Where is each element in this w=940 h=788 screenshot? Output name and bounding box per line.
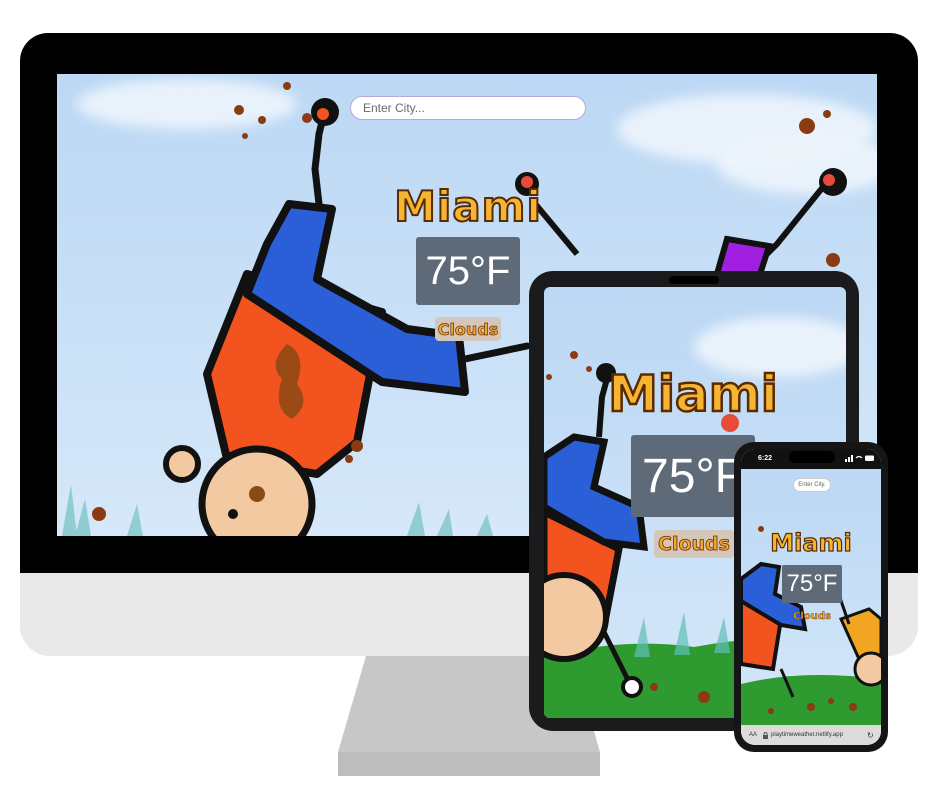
weather-condition: Clouds bbox=[435, 317, 501, 341]
temperature-display: 75°F bbox=[416, 237, 520, 305]
phone-status-bar: 6:22 bbox=[741, 449, 881, 469]
reload-icon[interactable]: ↻ bbox=[867, 731, 874, 740]
signal-icon bbox=[845, 455, 874, 462]
lock-icon bbox=[763, 732, 768, 739]
city-search-input[interactable]: Enter City. bbox=[793, 478, 831, 492]
phone-page: Enter City. Miami 75°F Clouds bbox=[741, 469, 881, 725]
city-name: Miami bbox=[607, 364, 779, 425]
temperature-display: 75°F bbox=[782, 565, 842, 603]
dynamic-island bbox=[789, 451, 835, 463]
browser-address-bar[interactable]: AA playtimeweather.netlify.app ↻ bbox=[741, 725, 881, 745]
phone-screen: 6:22 Enter City. Miami 75°F Clouds AA pl… bbox=[741, 449, 881, 745]
weather-condition: Clouds bbox=[654, 530, 734, 558]
city-name: Miami bbox=[770, 528, 853, 557]
page-url: playtimeweather.netlify.app bbox=[771, 732, 843, 738]
text-size-button[interactable]: AA bbox=[749, 732, 757, 738]
tablet-camera bbox=[669, 276, 719, 284]
weather-condition: Clouds bbox=[793, 610, 831, 622]
city-search-input[interactable] bbox=[350, 96, 586, 120]
status-time: 6:22 bbox=[758, 455, 773, 462]
city-name: Miami bbox=[393, 181, 542, 232]
